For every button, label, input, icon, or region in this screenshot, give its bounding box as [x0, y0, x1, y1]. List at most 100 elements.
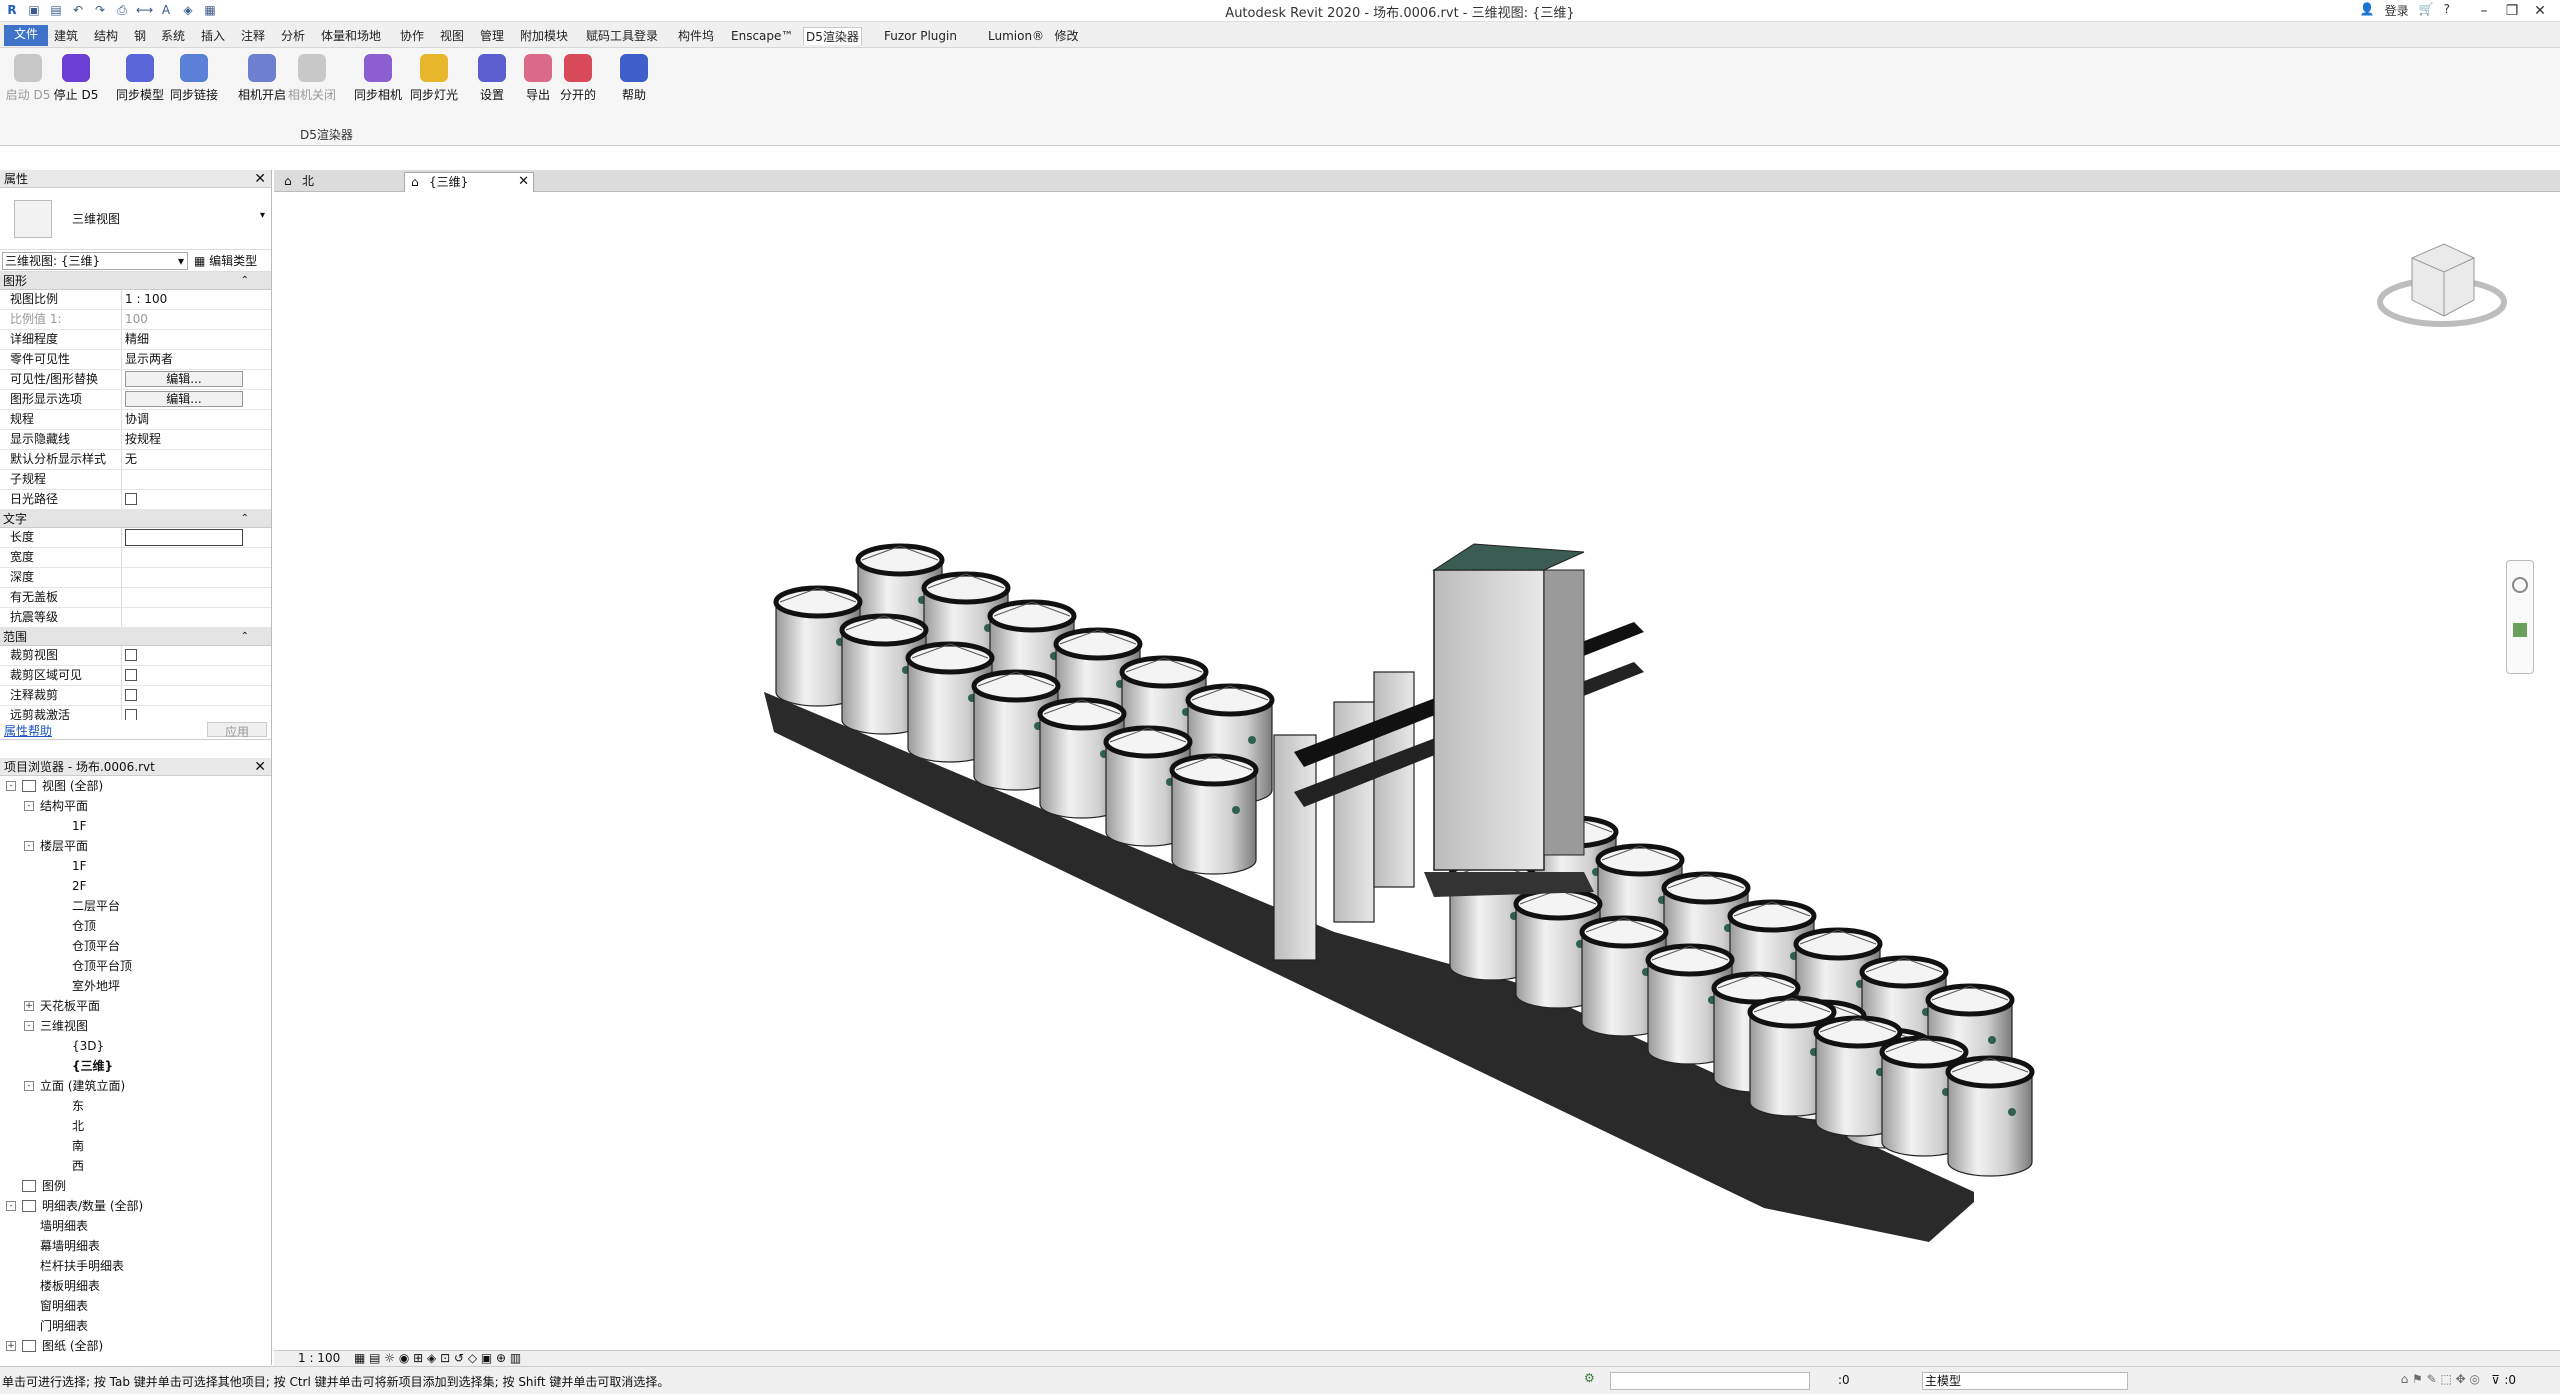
login-link[interactable]: 登录 [2385, 2, 2409, 19]
properties-help-link[interactable]: 属性帮助 [4, 722, 52, 738]
close-hidden-icon[interactable]: ▦ [202, 2, 218, 18]
undo-icon[interactable]: ↶ [70, 2, 86, 18]
ribbon-tab[interactable]: 视图 [438, 27, 466, 45]
ribbon-tab[interactable]: Lumion® [986, 27, 1046, 45]
browser-node[interactable]: - 三维视图 [0, 1016, 271, 1036]
expand-icon[interactable]: + [24, 1001, 34, 1011]
design-option-dropdown[interactable]: 主模型 [1922, 1372, 2128, 1390]
browser-node[interactable]: {3D} [0, 1036, 271, 1056]
workset-dropdown[interactable] [1610, 1372, 1810, 1390]
property-value[interactable] [122, 470, 271, 489]
ribbon-tab[interactable]: 钢 [132, 27, 148, 45]
edit-type-button[interactable]: ▦ 编辑类型 [194, 252, 257, 269]
3d-view-icon[interactable]: ◈ [180, 2, 196, 18]
collapse-icon[interactable]: - [24, 1021, 34, 1031]
checkbox[interactable] [125, 669, 137, 681]
navigation-bar[interactable] [2506, 560, 2534, 674]
browser-node[interactable]: {三维} [0, 1056, 271, 1076]
ribbon-tab[interactable]: 文件 [4, 25, 49, 46]
ribbon-tab[interactable]: D5渲染器 [803, 27, 862, 45]
ribbon-button[interactable]: 设置 [466, 54, 518, 103]
ribbon-tab[interactable]: 构件坞 [676, 27, 716, 45]
ribbon-tab[interactable]: 结构 [92, 27, 120, 45]
close-icon[interactable]: ✕ [254, 758, 266, 776]
property-value[interactable]: 显示两者 [122, 350, 271, 369]
expand-icon[interactable]: + [6, 1341, 16, 1351]
collapse-icon[interactable]: - [6, 1201, 16, 1211]
ribbon-tab[interactable]: 系统 [159, 27, 187, 45]
browser-node[interactable]: 2F [0, 876, 271, 896]
browser-node[interactable]: + 天花板平面 [0, 996, 271, 1016]
browser-node[interactable]: 图例 [0, 1176, 271, 1196]
property-value[interactable] [122, 608, 271, 627]
browser-node[interactable]: - 结构平面 [0, 796, 271, 816]
edit-button[interactable]: 编辑... [125, 371, 243, 387]
collapse-icon[interactable]: - [24, 841, 34, 851]
property-value[interactable]: 精细 [122, 330, 271, 349]
browser-node[interactable]: 窗明细表 [0, 1296, 271, 1316]
ribbon-button[interactable]: 相机关闭 [286, 54, 338, 103]
checkbox[interactable] [125, 709, 137, 720]
property-value[interactable] [122, 588, 271, 607]
open-icon[interactable]: ▣ [26, 2, 42, 18]
ribbon-tab[interactable]: 协作 [398, 27, 426, 45]
property-value[interactable]: 1 : 100 [122, 290, 271, 309]
browser-node[interactable]: 北 [0, 1116, 271, 1136]
property-value[interactable] [122, 568, 271, 587]
browser-node[interactable]: 幕墙明细表 [0, 1236, 271, 1256]
browser-node[interactable]: 栏杆扶手明细表 [0, 1256, 271, 1276]
browser-node[interactable]: 1F [0, 816, 271, 836]
3d-viewport[interactable] [274, 192, 2548, 1350]
selection-filter-icons[interactable]: ⌂ ⚑ ✎ ⬚ ✥ ◎ [2401, 1372, 2480, 1386]
measure-icon[interactable]: ⟷ [136, 2, 153, 18]
revit-logo-icon[interactable]: R [4, 2, 20, 18]
detail-level-icon[interactable]: ▦ ▤ ☼ ◉ ⊞ ◈ ⊡ ↺ ◇ ▣ ⊕ ▥ [354, 1351, 521, 1365]
browser-node[interactable]: - 楼层平面 [0, 836, 271, 856]
checkbox[interactable] [125, 689, 137, 701]
ribbon-tab[interactable]: 附加模块 [518, 27, 570, 45]
ribbon-tab[interactable]: 建筑 [52, 27, 80, 45]
ribbon-tab[interactable]: 分析 [279, 27, 307, 45]
ribbon-button[interactable]: 相机开启 [236, 54, 288, 103]
collapse-icon[interactable]: - [24, 801, 34, 811]
text-input[interactable] [125, 529, 243, 546]
minimize-button[interactable]: – [2470, 0, 2498, 22]
browser-node[interactable]: 楼板明细表 [0, 1276, 271, 1296]
ribbon-tab[interactable]: 赋码工具登录 [584, 27, 660, 45]
browser-node[interactable]: 南 [0, 1136, 271, 1156]
ribbon-button[interactable]: 同步模型 [114, 54, 166, 103]
ribbon-button[interactable]: 分开的 [552, 54, 604, 103]
ribbon-tab[interactable]: Enscape™ [729, 27, 795, 45]
ribbon-tab[interactable]: 插入 [199, 27, 227, 45]
help-icon[interactable]: ? [2444, 2, 2450, 19]
view-tab[interactable]: ⌂ 北 [278, 172, 398, 192]
browser-node[interactable]: 门明细表 [0, 1316, 271, 1336]
ribbon-tab[interactable]: 修改 [1053, 27, 1081, 45]
collapse-icon[interactable]: ⌃ [241, 628, 249, 646]
ribbon-button[interactable]: 启动 D5 [2, 54, 54, 103]
view-tab[interactable]: ⌂ {三维} ✕ [404, 172, 534, 192]
close-icon[interactable]: ✕ [254, 170, 266, 188]
ribbon-tab[interactable]: 注释 [239, 27, 267, 45]
browser-node[interactable]: 室外地坪 [0, 976, 271, 996]
cart-icon[interactable]: 🛒 [2419, 2, 2434, 19]
property-value[interactable]: 按规程 [122, 430, 271, 449]
browser-node[interactable]: 仓顶 [0, 916, 271, 936]
ribbon-button[interactable]: 帮助 [608, 54, 660, 103]
browser-node[interactable]: - 明细表/数量 (全部) [0, 1196, 271, 1216]
browser-node[interactable]: 1F [0, 856, 271, 876]
save-icon[interactable]: ▤ [48, 2, 64, 18]
properties-section[interactable]: 范围 ⌃ [0, 628, 271, 646]
view-cube[interactable] [2377, 243, 2507, 327]
browser-node[interactable]: - 视图 (全部) [0, 776, 271, 796]
edit-button[interactable]: 编辑... [125, 391, 243, 407]
collapse-icon[interactable]: ⌃ [241, 272, 249, 290]
workset-icon[interactable]: ⚙ [1584, 1371, 1595, 1385]
browser-node[interactable]: 西 [0, 1156, 271, 1176]
property-value[interactable]: 100 [122, 310, 271, 329]
view-instance-dropdown[interactable]: 三维视图: {三维} [2, 251, 188, 270]
property-value[interactable]: 协调 [122, 410, 271, 429]
ribbon-tab[interactable]: Fuzor Plugin [882, 27, 959, 45]
checkbox[interactable] [125, 493, 137, 505]
ribbon-button[interactable]: 停止 D5 [50, 54, 102, 103]
